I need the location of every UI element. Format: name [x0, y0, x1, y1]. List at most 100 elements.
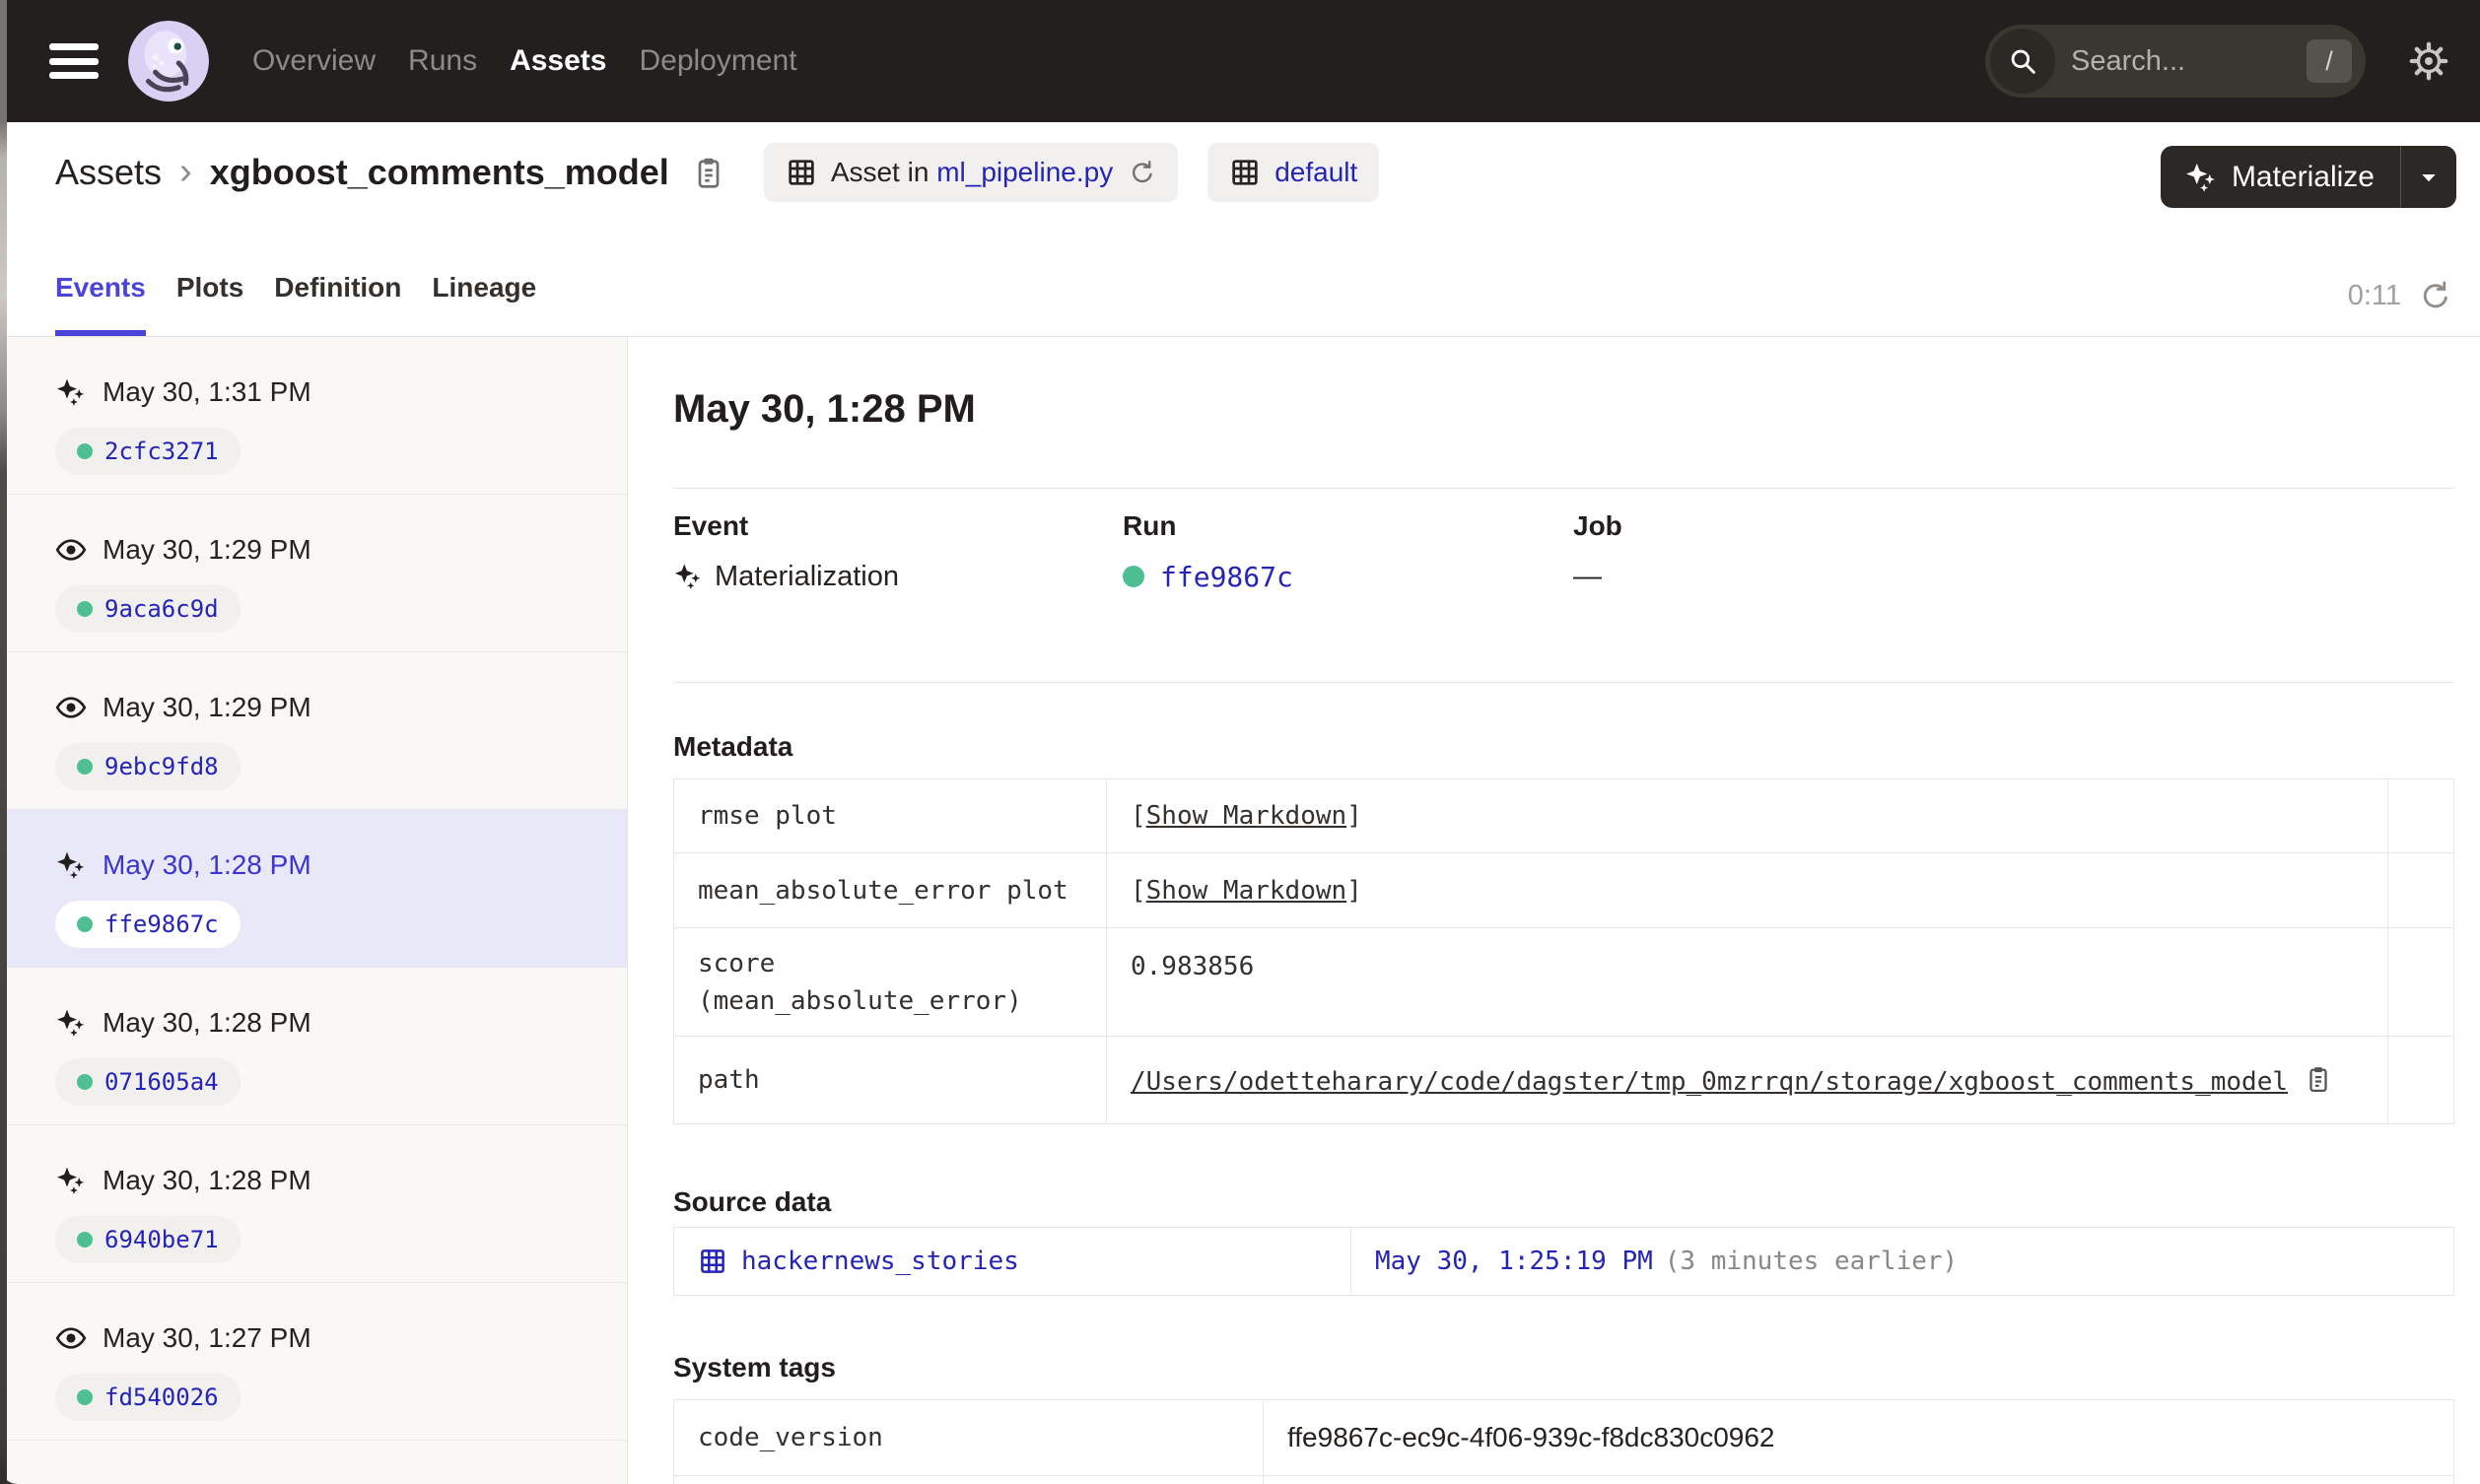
system-tag-key: code_version	[673, 1399, 1264, 1476]
search-input[interactable]	[2071, 44, 2307, 78]
event-list-item[interactable]: May 30, 1:28 PM 6940be71	[0, 1125, 627, 1283]
metadata-table: rmse plot [Show Markdown] mean_absolute_…	[673, 778, 2454, 1124]
job-label: Job	[1573, 510, 1622, 541]
metadata-key: path	[673, 1036, 1107, 1124]
run-status-dot	[77, 1389, 93, 1405]
materialization-icon	[55, 1007, 87, 1039]
event-list-item[interactable]: May 30, 1:29 PM 9ebc9fd8	[0, 652, 627, 810]
copy-asset-name-icon[interactable]	[691, 155, 726, 190]
search-icon	[1990, 29, 2055, 94]
breadcrumb-assets-link[interactable]: Assets	[55, 152, 162, 193]
nav-item-runs[interactable]: Runs	[408, 44, 477, 78]
page-title: xgboost_comments_model	[209, 151, 669, 192]
run-id-link[interactable]: fd540026	[104, 1383, 219, 1411]
divider	[673, 488, 2453, 489]
source-timestamp-cell: May 30, 1:25:19 PM (3 minutes earlier)	[1350, 1227, 2454, 1296]
source-relative-time: (3 minutes earlier)	[1664, 1247, 1959, 1276]
metadata-action-cell	[2387, 927, 2454, 1037]
run-column: Run ffe9867c	[1123, 507, 1573, 598]
run-id-link[interactable]: ffe9867c	[1160, 561, 1293, 593]
materialization-icon	[55, 1165, 87, 1196]
event-list-item[interactable]: May 30, 1:31 PM 2cfc3271	[0, 337, 627, 495]
table-row: rmse plot [Show Markdown]	[673, 778, 2454, 853]
event-list-item-selected[interactable]: May 30, 1:28 PM ffe9867c	[0, 810, 627, 968]
run-status-dot	[77, 1074, 93, 1090]
event-list-item[interactable]: May 30, 1:29 PM 9aca6c9d	[0, 495, 627, 652]
table-row: hackernews_stories May 30, 1:25:19 PM (3 …	[673, 1227, 2454, 1296]
table-row: code_version ffe9867c-ec9c-4f06-939c-f8d…	[673, 1399, 2454, 1476]
dagster-asset-page: Overview Runs Assets Deployment /	[0, 0, 2480, 1484]
metadata-heading: Metadata	[673, 731, 793, 762]
metadata-key: score (mean_absolute_error)	[673, 927, 1107, 1037]
tab-plots[interactable]: Plots	[176, 272, 243, 336]
source-timestamp-link[interactable]: May 30, 1:25:19 PM	[1375, 1247, 1653, 1276]
metadata-value: [Show Markdown]	[1106, 852, 2388, 928]
search-box[interactable]: /	[1985, 25, 2366, 98]
show-markdown-link[interactable]: Show Markdown	[1146, 801, 1347, 831]
search-shortcut-badge: /	[2307, 39, 2352, 83]
tab-lineage[interactable]: Lineage	[432, 272, 536, 336]
event-list-item[interactable]: May 30, 1:27 PM fd540026	[0, 1283, 627, 1441]
run-id-link[interactable]: 6940be71	[104, 1226, 219, 1253]
auto-refresh: 0:11	[2348, 279, 2452, 312]
run-id-link[interactable]: ffe9867c	[104, 911, 219, 938]
run-id-pill[interactable]: 6940be71	[55, 1216, 241, 1263]
event-detail-title: May 30, 1:28 PM	[673, 387, 976, 431]
nav-item-overview[interactable]: Overview	[252, 44, 376, 78]
observation-icon	[55, 534, 87, 566]
run-id-link[interactable]: 071605a4	[104, 1068, 219, 1096]
breadcrumb-separator: ›	[179, 151, 192, 192]
materialization-icon	[55, 376, 87, 408]
event-summary: Event Materialization Run ffe9867c Job —	[673, 507, 2453, 598]
source-data-heading: Source data	[673, 1186, 832, 1217]
run-id-pill[interactable]: 2cfc3271	[55, 428, 241, 475]
run-id-pill[interactable]: fd540026	[55, 1374, 241, 1421]
materialize-dropdown-button[interactable]	[2401, 166, 2456, 189]
refresh-icon[interactable]	[2419, 279, 2452, 312]
asset-definition-badge[interactable]: Asset in ml_pipeline.py	[763, 142, 1179, 202]
event-list-item[interactable]: May 30, 1:28 PM 071605a4	[0, 968, 627, 1125]
dagster-logo-icon[interactable]	[128, 21, 209, 101]
materialize-button[interactable]: Materialize	[2160, 146, 2456, 208]
copy-path-icon[interactable]	[2304, 1064, 2333, 1094]
run-id-pill[interactable]: 9ebc9fd8	[55, 743, 241, 790]
show-markdown-link[interactable]: Show Markdown	[1146, 876, 1347, 906]
system-tag-value: ffe9867c-ec9c-4f06-939c-f8dc830c0962	[1263, 1399, 2454, 1476]
metadata-action-cell	[2387, 778, 2454, 853]
tab-events[interactable]: Events	[55, 272, 146, 336]
table-row: mean_absolute_error plot [Show Markdown]	[673, 852, 2454, 928]
metadata-value: /Users/odetteharary/code/dagster/tmp_0mz…	[1106, 1036, 2388, 1124]
run-id-link[interactable]: 2cfc3271	[104, 438, 219, 465]
group-default-link[interactable]: default	[1274, 157, 1357, 188]
run-id-pill[interactable]: 9aca6c9d	[55, 585, 241, 633]
pipeline-file-link[interactable]: ml_pipeline.py	[936, 157, 1113, 188]
run-id-link[interactable]: 9aca6c9d	[104, 595, 219, 623]
table-row: score (mean_absolute_error) 0.983856	[673, 927, 2454, 1037]
job-value: —	[1573, 560, 1602, 592]
source-data-table: hackernews_stories May 30, 1:25:19 PM (3 …	[673, 1227, 2454, 1296]
asset-group-grid-icon	[1229, 157, 1261, 188]
event-list-item-partial	[0, 1441, 627, 1484]
badge-prefix: Asset in	[830, 156, 930, 187]
run-id-link[interactable]: 9ebc9fd8	[104, 753, 219, 780]
run-status-dot	[77, 601, 93, 617]
tab-definition[interactable]: Definition	[274, 272, 401, 336]
nav-item-deployment[interactable]: Deployment	[639, 44, 796, 78]
event-timestamp: May 30, 1:29 PM	[103, 534, 311, 565]
nav-item-assets[interactable]: Assets	[510, 44, 606, 78]
gear-icon[interactable]	[2409, 41, 2448, 81]
observation-icon	[55, 692, 87, 723]
run-id-pill[interactable]: ffe9867c	[55, 901, 241, 948]
asset-group-badge[interactable]: default	[1207, 142, 1380, 202]
job-column: Job —	[1573, 507, 2453, 598]
menu-icon[interactable]	[49, 43, 99, 79]
reload-definition-icon[interactable]	[1129, 159, 1156, 186]
nav-links: Overview Runs Assets Deployment	[252, 44, 797, 78]
metadata-action-cell	[2387, 852, 2454, 928]
event-detail-panel: May 30, 1:28 PM Event Materialization Ru…	[628, 337, 2480, 1484]
storage-path-link[interactable]: /Users/odetteharary/code/dagster/tmp_0mz…	[1131, 1067, 2288, 1097]
system-tags-table: code_version ffe9867c-ec9c-4f06-939c-f8d…	[673, 1399, 2454, 1484]
run-id-pill[interactable]: 071605a4	[55, 1058, 241, 1106]
source-asset-link[interactable]: hackernews_stories	[741, 1247, 1019, 1276]
bracket: ]	[1346, 875, 1362, 906]
